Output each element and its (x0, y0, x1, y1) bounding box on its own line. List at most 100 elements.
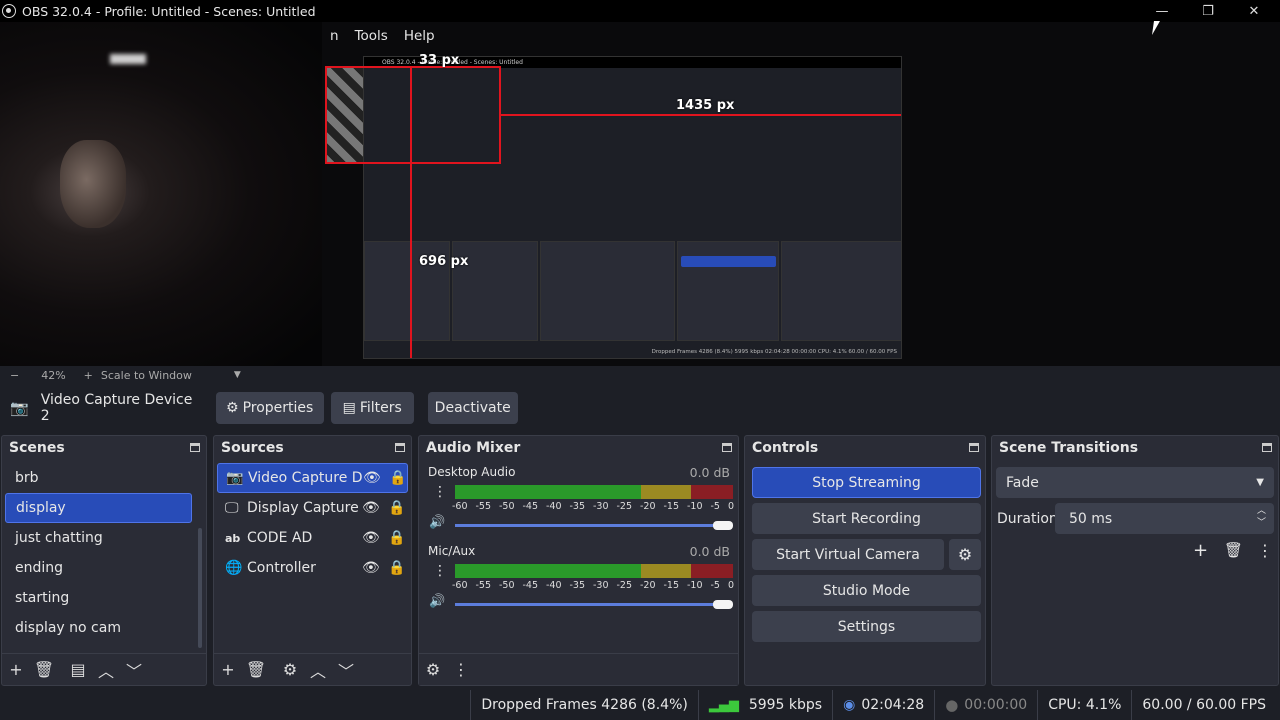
mixer-title: Audio Mixer (426, 440, 521, 456)
dropped-frames: Dropped Frames 4286 (8.4%) (481, 697, 688, 713)
source-item[interactable]: ab CODE AD 👁 🔒 (217, 523, 408, 553)
measure-right: 1435 px (676, 98, 735, 113)
trash-icon[interactable]: 🗑 (30, 660, 58, 679)
scenes-title: Scenes (9, 440, 65, 456)
gear-icon[interactable]: ⚙ (276, 660, 304, 679)
volume-slider[interactable] (455, 524, 721, 527)
volume-knob[interactable] (713, 521, 733, 530)
properties-button[interactable]: ⚙ Properties (215, 392, 324, 424)
studio-mode-button[interactable]: Studio Mode (752, 575, 981, 606)
more-options-icon[interactable]: ⋮ (433, 563, 447, 579)
close-button[interactable]: ✕ (1231, 0, 1277, 22)
scene-item[interactable]: display no cam (5, 613, 192, 643)
cpu-usage: CPU: 4.1% (1048, 697, 1122, 713)
duration-input[interactable]: 50 ms ︿ ﹀ (1055, 503, 1274, 534)
gear-icon[interactable]: ⚙ (949, 539, 981, 570)
chevron-down-icon[interactable]: ﹀ (332, 658, 360, 682)
undock-icon[interactable] (395, 443, 405, 452)
zoom-in-button[interactable]: + (84, 369, 93, 382)
title-bar: OBS 32.0.4 - Profile: Untitled - Scenes:… (0, 0, 1280, 22)
source-item[interactable]: 🖵 Display Capture 3 👁 🔒 (217, 493, 408, 523)
minimize-button[interactable]: — (1139, 0, 1185, 22)
menu-item-tools[interactable]: Tools (347, 28, 396, 44)
volume-knob[interactable] (713, 600, 733, 609)
source-item-selected[interactable]: 📷 Video Capture Dev 👁 🔒 (217, 463, 408, 493)
speaker-icon[interactable]: 🔊 (429, 594, 445, 609)
sources-dock: Sources 📷 Video Capture Dev 👁 🔒 🖵 Displa… (213, 435, 412, 686)
menu-item-partial[interactable]: n (322, 28, 347, 44)
obs-logo-icon (2, 4, 16, 18)
trash-icon[interactable]: 🗑 (1224, 541, 1243, 559)
eye-icon[interactable]: 👁 (362, 530, 388, 546)
text-icon: ab (225, 531, 241, 545)
add-icon[interactable]: + (2, 660, 30, 679)
stepper-icon[interactable]: ︿ ﹀ (1257, 505, 1266, 529)
chevron-down-icon[interactable]: ﹀ (120, 658, 148, 682)
more-options-icon[interactable]: ⋮ (1257, 541, 1273, 560)
source-item[interactable]: 🌐 Controller 👁 🔒 (217, 553, 408, 583)
bitrate: 5995 kbps (748, 697, 823, 713)
stream-time: 02:04:28 (861, 697, 925, 713)
globe-icon: 🌐 (225, 560, 243, 576)
status-bar: Dropped Frames 4286 (8.4%) ▂▄▆ 5995 kbps… (0, 690, 1280, 720)
scenes-dock: Scenes brb display just chatting ending … (1, 435, 207, 686)
camera-icon: 📷 (10, 399, 29, 417)
scene-item[interactable]: starting (5, 583, 192, 613)
filters-button[interactable]: ▤ Filters (330, 392, 414, 424)
duration-label: Duration (997, 511, 1058, 527)
scrollbar[interactable] (198, 528, 202, 648)
start-recording-button[interactable]: Start Recording (752, 503, 981, 534)
start-virtual-camera-button[interactable]: Start Virtual Camera (752, 539, 944, 570)
eye-icon[interactable]: 👁 (362, 560, 388, 576)
lock-icon[interactable]: 🔒 (388, 500, 405, 516)
settings-button[interactable]: Settings (752, 611, 981, 642)
scale-mode[interactable]: Scale to Window (101, 369, 192, 382)
zoom-level: 42% (41, 368, 66, 382)
lock-icon[interactable]: 🔒 (388, 560, 405, 576)
measure-top: 33 px (419, 53, 460, 68)
deactivate-button[interactable]: Deactivate (427, 392, 518, 424)
lock-icon[interactable]: 🔒 (389, 470, 406, 486)
channel-name: Mic/Aux (428, 544, 476, 558)
chevron-up-icon[interactable]: ︿ (92, 658, 120, 682)
scene-item[interactable]: just chatting (5, 523, 192, 553)
filter-icon: ▤ (342, 400, 356, 416)
sources-title: Sources (221, 440, 284, 456)
transition-select[interactable]: Fade ▼ (996, 467, 1274, 498)
more-options-icon[interactable]: ⋮ (433, 484, 447, 500)
scene-item-selected[interactable]: display (5, 493, 192, 523)
zoom-out-button[interactable]: − (10, 369, 19, 382)
chevron-down-icon[interactable]: ▼ (234, 370, 241, 380)
eye-icon[interactable]: 👁 (362, 500, 388, 516)
channel-name: Desktop Audio (428, 465, 516, 479)
controls-title: Controls (752, 440, 819, 456)
speaker-icon[interactable]: 🔊 (429, 515, 445, 530)
eye-icon[interactable]: 👁 (363, 470, 389, 486)
preview-canvas[interactable]: OBS 32.0.4 - Profile: Untitled - Scenes:… (0, 22, 1280, 366)
lock-icon[interactable]: 🔒 (388, 530, 405, 546)
source-toolbar: 📷 Video Capture Device 2 ⚙ Properties ▤ … (0, 386, 1280, 430)
menu-bar: n Tools Help (322, 24, 443, 48)
undock-icon[interactable] (190, 443, 200, 452)
record-icon: ● (945, 696, 959, 714)
volume-slider[interactable] (455, 603, 721, 606)
more-options-icon[interactable]: ⋮ (447, 660, 475, 679)
add-icon[interactable]: + (214, 660, 242, 679)
monitor-icon: 🖵 (225, 500, 239, 516)
chevron-up-icon[interactable]: ︿ (304, 658, 332, 682)
maximize-button[interactable]: ❐ (1185, 0, 1231, 22)
menu-item-help[interactable]: Help (396, 28, 443, 44)
scene-item[interactable]: brb (5, 463, 192, 493)
record-time: 00:00:00 (964, 697, 1028, 713)
undock-icon[interactable] (1262, 443, 1272, 452)
channel-db: 0.0 dB (689, 465, 730, 480)
stop-streaming-button[interactable]: Stop Streaming (752, 467, 981, 498)
scene-item[interactable]: ending (5, 553, 192, 583)
trash-icon[interactable]: 🗑 (242, 660, 270, 679)
undock-icon[interactable] (969, 443, 979, 452)
filter-icon[interactable]: ▤ (64, 660, 92, 679)
gear-icon[interactable]: ⚙ (419, 660, 447, 679)
add-icon[interactable]: + (1193, 540, 1208, 561)
selection-box[interactable] (325, 66, 501, 164)
undock-icon[interactable] (722, 443, 732, 452)
